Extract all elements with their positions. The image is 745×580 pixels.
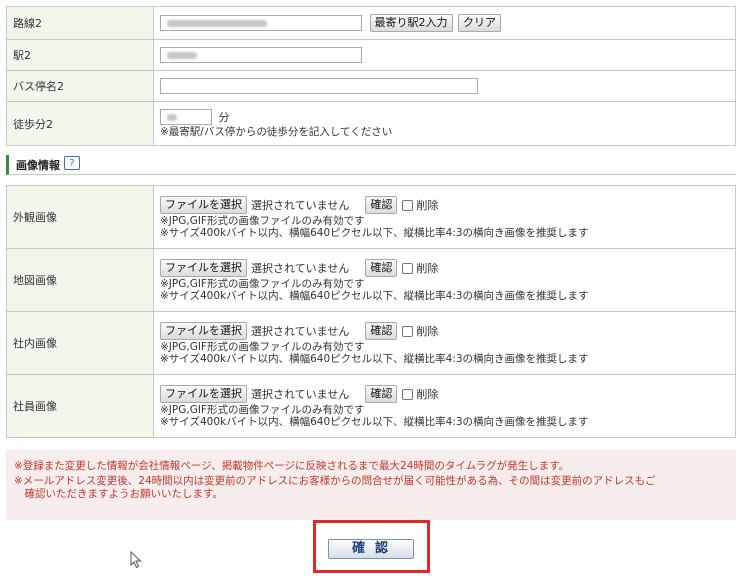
warning-line-1: ※登録また変更した情報が会社情報ページ、掲載物件ページに反映されるまで最大24時… xyxy=(14,460,570,472)
station2-input[interactable] xyxy=(160,47,362,63)
route2-input[interactable] xyxy=(160,15,362,31)
confirm-image-button[interactable]: 確認 xyxy=(365,385,398,403)
submit-confirm-button[interactable]: 確認 xyxy=(328,539,414,559)
walk-minutes2-label: 徒歩分2 xyxy=(6,101,154,146)
size-note: ※サイズ400kバイト以内、横幅640ピクセル以下、縦横比率4:3の横向き画像を… xyxy=(160,353,589,365)
format-note: ※JPG,GIF形式の画像ファイルのみ有効です xyxy=(160,215,365,227)
image-upload-table: 外観画像 ファイルを選択 選択されていません 確認 削除 ※JPG,GIF形式の… xyxy=(6,185,736,438)
image-info-section-header: 画像情報 ? xyxy=(6,155,736,175)
nearest-station-button[interactable]: 最寄り駅2入力 xyxy=(369,14,453,32)
route2-row: 路線2 最寄り駅2入力 クリア xyxy=(6,6,736,40)
map-image-row: 地図画像 ファイルを選択 選択されていません 確認 削除 ※JPG,GIF形式の… xyxy=(6,248,736,312)
clear-button[interactable]: クリア xyxy=(458,14,501,32)
delete-checkbox[interactable] xyxy=(402,325,414,337)
station2-label: 駅2 xyxy=(6,39,154,71)
exterior-image-row: 外観画像 ファイルを選択 選択されていません 確認 削除 ※JPG,GIF形式の… xyxy=(6,185,736,249)
mouse-cursor-icon xyxy=(130,551,142,569)
confirm-image-button[interactable]: 確認 xyxy=(365,196,398,214)
map-image-label: 地図画像 xyxy=(6,248,154,312)
size-note: ※サイズ400kバイト以内、横幅640ピクセル以下、縦横比率4:3の横向き画像を… xyxy=(160,416,589,428)
choose-file-button[interactable]: ファイルを選択 xyxy=(160,259,247,277)
delete-checkbox[interactable] xyxy=(402,262,414,274)
no-file-text: 選択されていません xyxy=(251,388,350,401)
minutes-unit: 分 xyxy=(218,111,230,124)
exterior-image-label: 外観画像 xyxy=(6,185,154,249)
delete-checkbox[interactable] xyxy=(402,388,414,400)
choose-file-button[interactable]: ファイルを選択 xyxy=(160,322,247,340)
no-file-text: 選択されていません xyxy=(251,199,350,212)
size-note: ※サイズ400kバイト以内、横幅640ピクセル以下、縦横比率4:3の横向き画像を… xyxy=(160,227,589,239)
delete-label: 削除 xyxy=(416,262,439,275)
staff-image-label: 社員画像 xyxy=(6,374,154,438)
delete-label: 削除 xyxy=(416,388,439,401)
warning-line-3: 確認いただきますようお願いいたします。 xyxy=(14,488,223,500)
size-note: ※サイズ400kバイト以内、横幅640ピクセル以下、縦横比率4:3の横向き画像を… xyxy=(160,290,589,302)
staff-image-row: 社員画像 ファイルを選択 選択されていません 確認 削除 ※JPG,GIF形式の… xyxy=(6,374,736,438)
choose-file-button[interactable]: ファイルを選択 xyxy=(160,196,247,214)
office-image-row: 社内画像 ファイルを選択 選択されていません 確認 削除 ※JPG,GIF形式の… xyxy=(6,311,736,375)
walk-minutes2-input[interactable] xyxy=(160,109,212,125)
station2-row: 駅2 xyxy=(6,39,736,71)
format-note: ※JPG,GIF形式の画像ファイルのみ有効です xyxy=(160,404,365,416)
delete-checkbox[interactable] xyxy=(402,199,414,211)
route-table: 路線2 最寄り駅2入力 クリア 駅2 バス停名2 徒歩分2 分 ※最寄駅/バス停… xyxy=(6,6,736,146)
bus-stop2-input[interactable] xyxy=(160,78,478,94)
office-image-label: 社内画像 xyxy=(6,311,154,375)
route2-label: 路線2 xyxy=(6,6,154,40)
help-icon[interactable]: ? xyxy=(64,156,80,170)
delete-label: 削除 xyxy=(416,325,439,338)
walk-minutes2-row: 徒歩分2 分 ※最寄駅/バス停からの徒歩分を記入してください xyxy=(6,101,736,146)
bus-stop2-row: バス停名2 xyxy=(6,70,736,102)
no-file-text: 選択されていません xyxy=(251,325,350,338)
bus-stop2-label: バス停名2 xyxy=(6,70,154,102)
delete-label: 削除 xyxy=(416,199,439,212)
no-file-text: 選択されていません xyxy=(251,262,350,275)
image-info-title: 画像情報 xyxy=(16,159,60,172)
walk-minutes-note: ※最寄駅/バス停からの徒歩分を記入してください xyxy=(160,126,393,138)
confirm-highlight-box: 確認 xyxy=(313,520,430,573)
format-note: ※JPG,GIF形式の画像ファイルのみ有効です xyxy=(160,278,365,290)
choose-file-button[interactable]: ファイルを選択 xyxy=(160,385,247,403)
warning-notice: ※登録また変更した情報が会社情報ページ、掲載物件ページに反映されるまで最大24時… xyxy=(6,450,736,520)
confirm-image-button[interactable]: 確認 xyxy=(365,322,398,340)
warning-line-2: ※メールアドレス変更後、24時間以内は変更前のアドレスにお客様からの問合せが届く… xyxy=(14,475,656,487)
confirm-image-button[interactable]: 確認 xyxy=(365,259,398,277)
format-note: ※JPG,GIF形式の画像ファイルのみ有効です xyxy=(160,341,365,353)
